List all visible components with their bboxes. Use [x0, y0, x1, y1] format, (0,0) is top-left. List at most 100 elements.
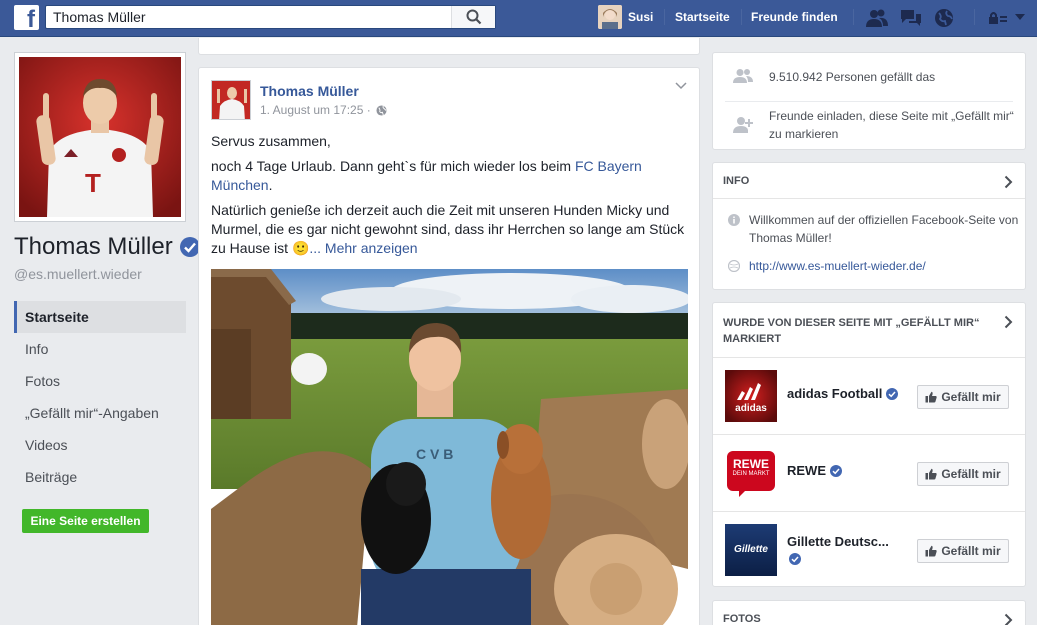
verified-badge-icon — [179, 237, 200, 257]
post-photo[interactable]: C V B — [211, 269, 688, 625]
liked-page-name[interactable]: REWE — [787, 463, 842, 478]
likes-count-text: 9.510.942 Personen gefällt das — [769, 70, 936, 84]
user-avatar — [598, 5, 622, 29]
liked-pages-header-label: WURDE VON DIESER SEITE MIT „GEFÄLLT MIR“… — [723, 317, 980, 345]
info-website-row: http://www.es-muellert-wieder.de/ — [713, 247, 1025, 287]
account-dropdown-icon[interactable] — [1014, 13, 1026, 21]
nav-item-videos[interactable]: Videos — [14, 429, 186, 461]
liked-pages-header[interactable]: WURDE VON DIESER SEITE MIT „GEFÄLLT MIR“… — [713, 303, 993, 357]
photos-header[interactable]: FOTOS — [713, 601, 1025, 625]
liked-page-name-text: REWE — [787, 463, 826, 478]
home-link[interactable]: Startseite — [675, 10, 730, 24]
like-button-label: Gefällt mir — [941, 390, 1001, 404]
nav-item-likes[interactable]: „Gefällt mir“-Angaben — [14, 397, 186, 429]
post-timestamp[interactable]: 1. August um 17:25 · — [260, 103, 371, 117]
top-user-name: Susi — [628, 10, 654, 24]
post-text: Servus zusammen, noch 4 Tage Urlaub. Dan… — [211, 132, 687, 264]
liked-page-name-text: adidas Football — [787, 386, 883, 401]
verified-badge-icon — [830, 464, 842, 477]
top-separator — [741, 9, 742, 25]
website-link[interactable]: http://www.es-muellert-wieder.de/ — [749, 257, 926, 275]
rewe-logo-subtext: DEIN MARKT — [732, 471, 770, 477]
liked-page-name[interactable]: Gillette Deutsc... — [787, 534, 889, 549]
adidas-logo[interactable]: adidas — [725, 370, 777, 422]
profile-picture[interactable]: T — [14, 52, 186, 222]
nav-item-posts[interactable]: Beiträge — [14, 461, 186, 493]
photos-header-label: FOTOS — [723, 613, 761, 625]
find-friends-link[interactable]: Freunde finden — [751, 10, 838, 24]
top-navigation-bar: f Susi Startseite Freunde finden — [0, 0, 1037, 37]
public-globe-icon — [376, 104, 387, 116]
post-paragraph: noch 4 Tage Urlaub. Dann geht`s für mich… — [211, 157, 687, 195]
top-separator — [974, 9, 975, 25]
top-user-profile-link[interactable]: Susi — [598, 5, 653, 29]
verified-badge-icon — [886, 387, 899, 400]
info-welcome-text: Willkommen auf der offiziellen Facebook-… — [749, 213, 1019, 245]
info-circle-icon — [728, 214, 740, 226]
like-button[interactable]: Gefällt mir — [917, 539, 1009, 563]
nav-item-photos[interactable]: Fotos — [14, 365, 186, 397]
like-button[interactable]: Gefällt mir — [917, 385, 1009, 409]
post-author-name[interactable]: Thomas Müller — [260, 83, 359, 99]
info-header[interactable]: INFO — [713, 163, 1025, 199]
facebook-logo[interactable]: f — [14, 5, 39, 30]
top-separator — [853, 9, 854, 25]
search-button[interactable] — [451, 6, 495, 28]
page-name: Thomas Müller — [14, 233, 200, 261]
chevron-right-icon[interactable] — [1004, 175, 1013, 189]
post-paragraph: Servus zusammen, — [211, 133, 331, 149]
post-paragraph: Natürlich genieße ich derzeit auch die Z… — [211, 201, 687, 258]
liked-page-name[interactable]: adidas Football — [787, 386, 899, 401]
thumbs-up-icon — [925, 391, 937, 403]
svg-text:C V B: C V B — [416, 446, 453, 462]
info-card: INFO Willkommen auf der offiziellen Face… — [712, 162, 1026, 290]
previous-card — [198, 38, 700, 55]
liked-page-name-text: Gillette Deutsc... — [787, 534, 889, 549]
liked-page-rewe: REWE DEIN MARKT REWE Gefällt mir — [713, 434, 1025, 511]
post-text-segment: . — [268, 177, 273, 193]
like-button[interactable]: Gefällt mir — [917, 462, 1009, 486]
privacy-lock-icon[interactable] — [988, 11, 1008, 25]
chevron-right-icon[interactable] — [1004, 613, 1013, 625]
page-username[interactable]: @es.muellert.wieder — [14, 266, 142, 282]
friend-requests-icon[interactable] — [865, 8, 889, 28]
like-button-label: Gefällt mir — [941, 467, 1001, 481]
profile-photo: T — [19, 57, 181, 217]
photos-card: FOTOS — [712, 600, 1026, 625]
gillette-logo-text: Gillette — [734, 544, 768, 555]
post-meta: 1. August um 17:25 · — [260, 103, 387, 117]
liked-pages-card: WURDE VON DIESER SEITE MIT „GEFÄLLT MIR“… — [712, 302, 1026, 587]
messages-icon[interactable] — [899, 8, 923, 28]
globe-icon — [728, 260, 740, 272]
svg-text:T: T — [85, 168, 101, 198]
see-more-link[interactable]: ... Mehr anzeigen — [309, 240, 417, 256]
thumbs-up-icon — [925, 468, 937, 480]
notifications-globe-icon[interactable] — [933, 8, 955, 28]
search-input[interactable] — [46, 6, 451, 28]
search-icon — [466, 9, 482, 25]
like-button-label: Gefällt mir — [941, 544, 1001, 558]
verified-badge-icon — [789, 553, 801, 565]
invite-friends-row[interactable]: Freunde einladen, diese Seite mit „Gefäl… — [713, 102, 1025, 150]
smiley-emoji: 🙂 — [291, 240, 310, 256]
add-person-icon — [733, 117, 753, 133]
gillette-logo[interactable]: Gillette — [725, 524, 777, 576]
post-options-chevron-icon[interactable] — [675, 82, 687, 90]
adidas-logo-text: adidas — [735, 403, 767, 414]
likes-summary-card: 9.510.942 Personen gefällt das Freunde e… — [712, 52, 1026, 150]
liked-page-gillette: Gillette Gillette Deutsc... Gefällt mir — [713, 511, 1025, 588]
chevron-right-icon[interactable] — [1004, 315, 1013, 329]
nav-item-info[interactable]: Info — [14, 333, 186, 365]
post-author-avatar[interactable] — [211, 80, 251, 120]
people-icon — [733, 69, 753, 83]
top-separator — [664, 9, 665, 25]
nav-item-home[interactable]: Startseite — [14, 301, 186, 333]
rewe-logo[interactable]: REWE DEIN MARKT — [725, 447, 777, 499]
info-header-label: INFO — [723, 175, 750, 187]
likes-count-row: 9.510.942 Personen gefällt das — [713, 53, 1025, 101]
liked-page-adidas: adidas adidas Football Gefällt mir — [713, 357, 1025, 434]
thumbs-up-icon — [925, 545, 937, 557]
post-card: Thomas Müller 1. August um 17:25 · Servu… — [198, 67, 700, 625]
info-welcome-row: Willkommen auf der offiziellen Facebook-… — [713, 199, 1025, 247]
create-page-button[interactable]: Eine Seite erstellen — [22, 509, 149, 533]
